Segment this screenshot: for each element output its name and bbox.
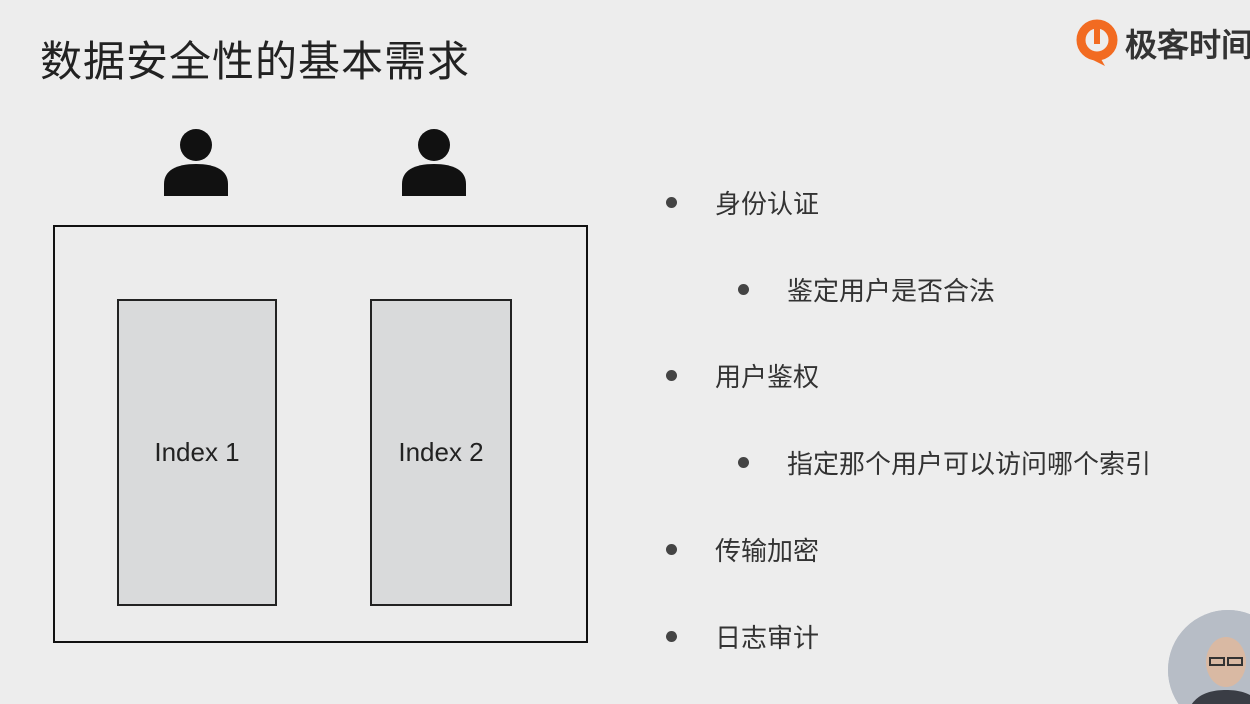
presenter-avatar (1168, 610, 1250, 704)
index-label: Index 1 (154, 437, 240, 467)
list-item-text: 日志审计 (715, 624, 820, 654)
bullet-dot (666, 544, 677, 555)
list-item: 日志审计 (666, 618, 819, 655)
brand-logo: 极客时间 (1075, 18, 1250, 68)
list-item-text: 鉴定用户是否合法 (787, 277, 996, 307)
geektime-logo-icon (1076, 19, 1118, 66)
index-label: Index 2 (398, 437, 484, 467)
list-item: 指定那个用户可以访问哪个索引 (738, 444, 1151, 481)
page-title: 数据安全性的基本需求 (40, 37, 471, 86)
user-icon (164, 129, 228, 196)
list-item: 用户鉴权 (666, 357, 819, 394)
index-box-1: Index 1 (117, 299, 277, 606)
list-item-text: 传输加密 (715, 537, 820, 567)
bullet-dot (666, 631, 677, 642)
list-item: 鉴定用户是否合法 (738, 271, 995, 308)
list-item: 身份认证 (666, 184, 819, 221)
bullet-dot (738, 284, 749, 295)
presenter-icon (1168, 610, 1250, 704)
list-item-text: 指定那个用户可以访问哪个索引 (787, 450, 1152, 480)
index-box-2: Index 2 (370, 299, 512, 606)
user-icon (402, 129, 466, 196)
brand-logo-text: 极客时间 (1125, 26, 1250, 64)
bullet-dot (666, 370, 677, 381)
bullet-dot (666, 197, 677, 208)
bullet-dot (738, 457, 749, 468)
list-item: 传输加密 (666, 531, 819, 568)
list-item-text: 身份认证 (715, 190, 820, 220)
list-item-text: 用户鉴权 (715, 363, 820, 393)
